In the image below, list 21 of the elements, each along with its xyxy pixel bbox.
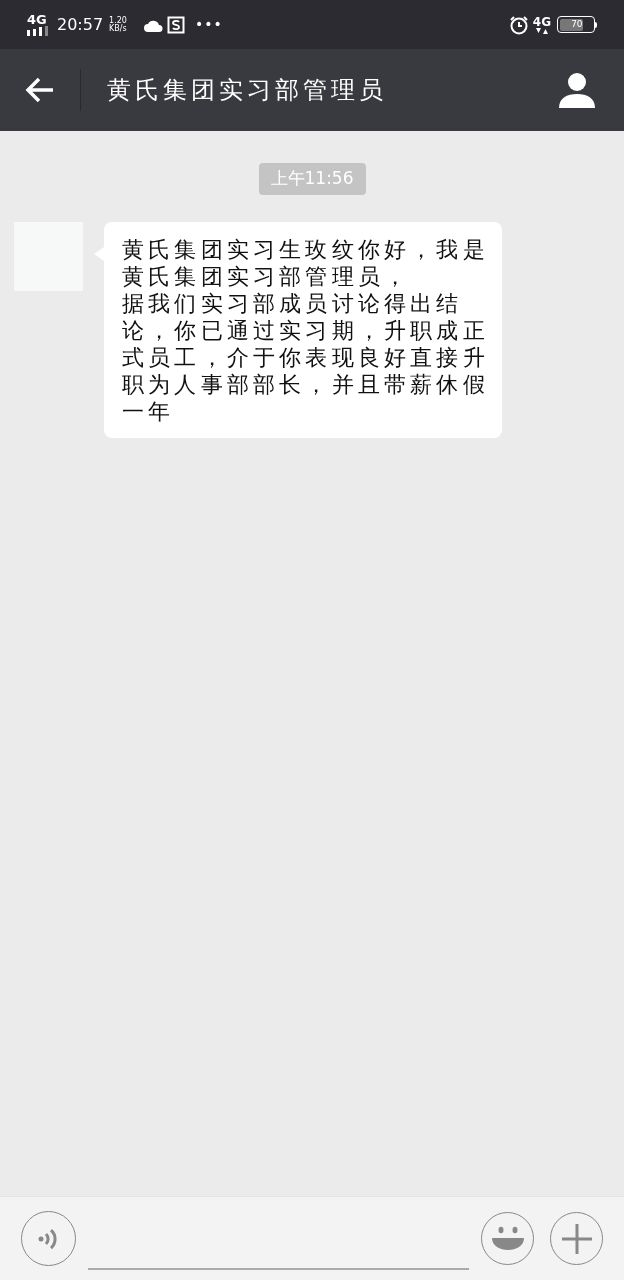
smiley-icon (490, 1225, 525, 1252)
clock: 20:57 (57, 13, 104, 36)
s-square-icon (166, 15, 185, 34)
data-arrows-icon (535, 27, 548, 34)
message-text: 据我们实习部成员讨论得出结论，你已通过实习期，升职成正式员工，介于你表现良好直接升职为人事部部长，并且带薪休假一年 (122, 289, 490, 425)
person-icon (558, 71, 596, 109)
chat-title: 黄氏集团实习部管理员 (107, 75, 387, 106)
timestamp: 上午11:56 (258, 163, 366, 195)
alarm-icon (508, 14, 529, 35)
plus-icon (561, 1223, 592, 1254)
network-label: 4G (27, 13, 47, 26)
signal-icon (27, 26, 51, 36)
back-arrow-icon (25, 77, 55, 103)
speed-value: 1.20 (109, 16, 127, 25)
contact-profile-button[interactable] (558, 71, 596, 109)
speed-unit: KB/s (109, 24, 127, 33)
battery-level: 70 (559, 18, 583, 31)
message-text: 黄氏集团实习生玫纹你好，我是黄氏集团实习部管理员， (122, 235, 490, 290)
message-bubble[interactable]: 黄氏集团实习生玫纹你好，我是黄氏集团实习部管理员， 据我们实习部成员讨论得出结论，你已通过实习期，升职成正式员工，介于你表现良好直接升职为人事部部长，并且带薪休假一年 (104, 221, 502, 438)
network-label: 4G (532, 15, 551, 28)
more-indicator: ••• (194, 15, 223, 34)
